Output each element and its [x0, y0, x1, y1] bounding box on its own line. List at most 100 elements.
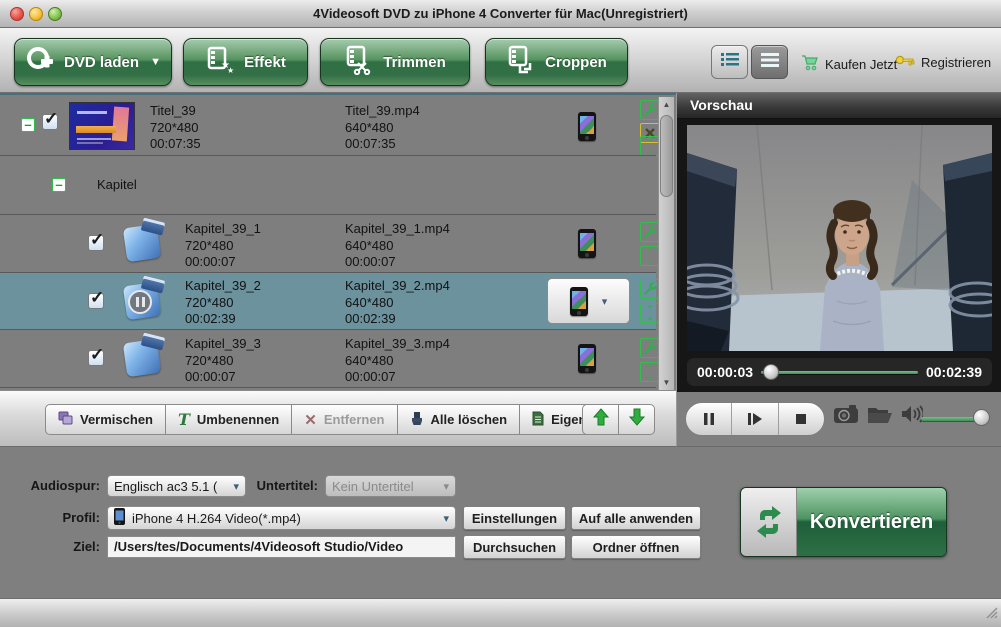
destination-label: Ziel: [2, 539, 100, 554]
source-duration: 00:00:07 [185, 254, 261, 271]
move-up-down-icon[interactable]: ⌃⌄ [640, 136, 660, 156]
table-row-group[interactable]: – Kapitel [0, 155, 656, 214]
stop-button[interactable] [778, 403, 824, 435]
table-row[interactable]: – ✓ Titel_39 720*480 00:07:35 Titel_39.m… [0, 97, 656, 155]
settings-wrench-icon[interactable] [640, 338, 660, 358]
step-forward-button[interactable] [731, 403, 777, 435]
pause-button[interactable] [686, 403, 731, 435]
open-snapshot-folder-button[interactable] [867, 404, 893, 429]
seek-bar: 00:00:03 00:02:39 [687, 358, 992, 386]
profile-dropdown[interactable]: iPhone 4 H.264 Video(*.mp4) ▾ [107, 506, 456, 530]
scrollbar-thumb[interactable] [660, 115, 673, 197]
chevron-down-icon: ▾ [602, 295, 608, 308]
source-name: Titel_39 [150, 103, 201, 120]
audio-track-value: Englisch ac3 5.1 ( [114, 479, 229, 494]
move-down-button[interactable] [618, 404, 655, 435]
scroll-down-icon[interactable]: ▼ [659, 375, 674, 390]
scroll-up-icon[interactable]: ▲ [659, 97, 674, 112]
seek-track[interactable] [761, 371, 918, 374]
device-profile-dropdown[interactable]: ▾ [547, 278, 630, 324]
clear-all-label: Alle löschen [431, 412, 508, 427]
speaker-icon [901, 405, 923, 423]
clear-all-button[interactable]: Alle löschen [397, 404, 521, 435]
source-resolution: 720*480 [185, 295, 261, 312]
settings-wrench-icon[interactable] [640, 279, 660, 299]
buy-now-label: Kaufen Jetzt [825, 57, 897, 72]
destination-field[interactable]: /Users/tes/Documents/4Videosoft Studio/V… [107, 536, 456, 558]
browse-button[interactable]: Durchsuchen [463, 535, 566, 559]
output-resolution: 640*480 [345, 353, 450, 370]
row-checkbox[interactable]: ✓ [42, 114, 58, 130]
table-row-selected[interactable]: ✓ Kapitel_39_2 720*480 00:02:39 Kapitel_… [0, 272, 656, 329]
rename-t-icon: T [178, 413, 190, 427]
resize-grip[interactable] [984, 605, 998, 624]
row-checkbox[interactable]: ✓ [88, 350, 104, 366]
effect-button[interactable]: ★★ Effekt [183, 38, 308, 86]
crop-filmstrip-icon [506, 45, 536, 80]
apply-all-button[interactable]: Auf alle anwenden [571, 506, 701, 530]
table-row[interactable]: ✓ Kapitel_39_3 720*480 00:00:07 Kapitel_… [0, 329, 656, 387]
settings-button[interactable]: Einstellungen [463, 506, 566, 530]
snapshot-button[interactable] [833, 404, 859, 429]
move-up-down-icon[interactable]: ⌃⌄ [640, 246, 660, 266]
device-profile-icon [578, 344, 596, 373]
collapse-icon[interactable]: – [21, 118, 35, 132]
key-icon [895, 54, 915, 71]
convert-label: Konvertieren [797, 488, 946, 556]
document-icon [532, 411, 544, 429]
volume-knob[interactable] [973, 409, 990, 426]
rename-button[interactable]: T Umbenennen [165, 404, 292, 435]
effect-filmstrip-stars-icon: ★★ [205, 45, 235, 80]
convert-button[interactable]: Konvertieren [740, 487, 947, 557]
mute-button[interactable] [901, 405, 923, 428]
settings-wrench-icon[interactable] [640, 100, 660, 120]
move-up-down-icon[interactable]: ⌃⌄ [640, 362, 660, 382]
source-duration: 00:07:35 [150, 136, 201, 153]
load-dvd-button[interactable]: DVD laden ▼ [14, 38, 172, 86]
current-time: 00:00:03 [697, 364, 753, 380]
move-up-button[interactable] [582, 404, 619, 435]
total-time: 00:02:39 [926, 364, 982, 380]
transport-buttons [685, 402, 825, 436]
row-checkbox[interactable]: ✓ [88, 235, 104, 251]
subtitle-dropdown[interactable]: Kein Untertitel ▾ [325, 475, 456, 497]
table-row[interactable]: ✓ Kapitel_39_1 720*480 00:00:07 Kapitel_… [0, 214, 656, 272]
output-name: Kapitel_39_1.mp4 [345, 221, 450, 238]
subtitle-label: Untertitel: [222, 478, 318, 493]
collapse-icon[interactable]: – [52, 178, 66, 192]
effect-label: Effekt [244, 54, 286, 71]
source-duration: 00:02:39 [185, 311, 261, 328]
remove-button[interactable]: ✕ Entfernen [291, 404, 397, 435]
settings-wrench-icon[interactable] [640, 222, 660, 242]
convert-arrows-icon [752, 505, 786, 539]
source-duration: 00:00:07 [185, 369, 261, 386]
preview-title: Vorschau [677, 93, 1001, 119]
merge-button[interactable]: Vermischen [45, 404, 166, 435]
view-full-list-button[interactable] [751, 45, 788, 79]
source-name: Kapitel_39_3 [185, 336, 261, 353]
source-resolution: 720*480 [185, 353, 261, 370]
output-duration: 00:00:07 [345, 254, 450, 271]
trim-button[interactable]: Trimmen [320, 38, 470, 86]
move-up-down-icon[interactable]: ⌃⌄ [640, 303, 660, 323]
view-thumbnail-list-button[interactable] [711, 45, 748, 79]
stop-icon [795, 413, 807, 425]
pause-icon [703, 412, 715, 426]
load-dvd-label: DVD laden [64, 54, 139, 71]
simple-list-icon [759, 50, 781, 75]
open-folder-button[interactable]: Ordner öffnen [571, 535, 701, 559]
seek-knob[interactable] [763, 364, 779, 380]
register-button[interactable]: Registrieren [895, 54, 991, 71]
buy-now-button[interactable]: Kaufen Jetzt [800, 54, 897, 74]
group-label: Kapitel [97, 177, 137, 194]
seek-slider[interactable] [761, 364, 918, 380]
convert-icon-box [741, 488, 797, 556]
profile-label: Profil: [2, 510, 100, 525]
dvd-plus-icon [25, 45, 55, 80]
video-thumbnail [70, 103, 134, 149]
video-scene [687, 125, 992, 351]
row-checkbox[interactable]: ✓ [88, 293, 104, 309]
list-scrollbar[interactable]: ▲ ▼ [658, 97, 674, 390]
device-profile-icon [578, 112, 596, 141]
crop-button[interactable]: Croppen [485, 38, 628, 86]
